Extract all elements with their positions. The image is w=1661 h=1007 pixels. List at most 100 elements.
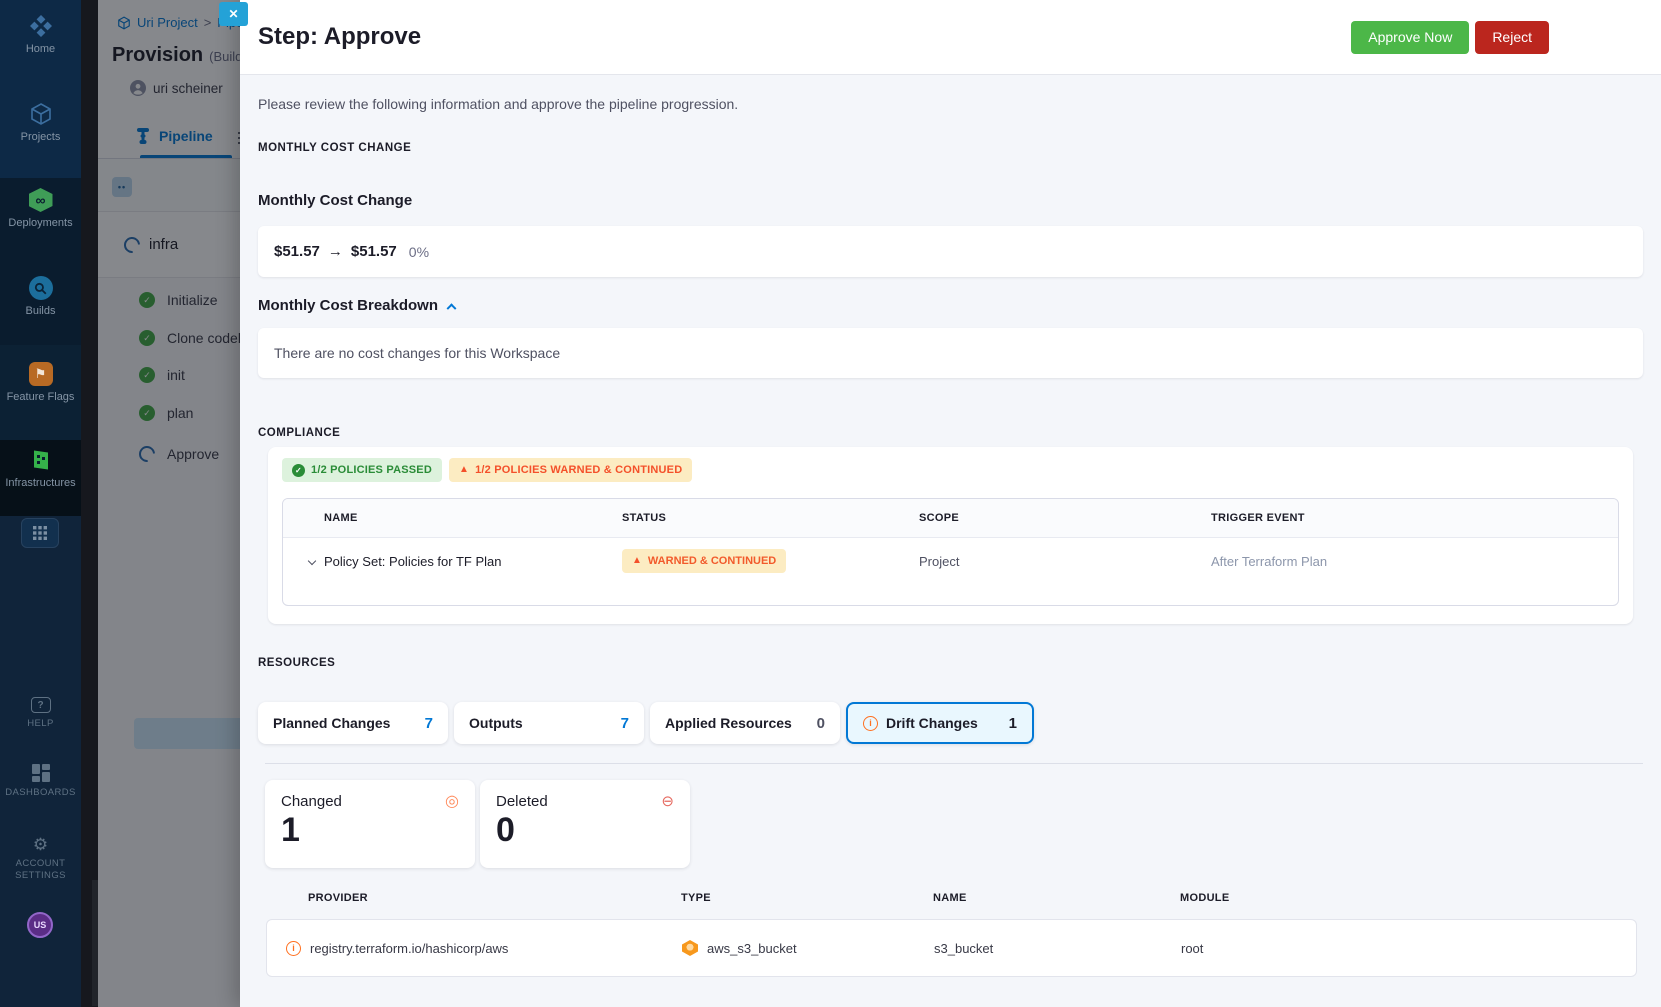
review-note: Please review the following information …	[258, 96, 739, 112]
sidebar-item-help[interactable]: ? HELP	[0, 697, 81, 730]
warned-continued-badge: ▲ WARNED & CONTINUED	[622, 549, 787, 573]
resource-module: root	[1181, 940, 1204, 956]
policy-table-row[interactable]: Policy Set: Policies for TF Plan ▲ WARNE…	[283, 538, 1618, 584]
info-glyph: i	[869, 718, 872, 728]
breakdown-heading-text: Monthly Cost Breakdown	[258, 297, 439, 314]
tab-label: Applied Resources	[665, 715, 792, 731]
col-trigger-event: TRIGGER EVENT	[1211, 512, 1305, 524]
policy-badges: ✓ 1/2 POLICIES PASSED ▲ 1/2 POLICIES WAR…	[282, 458, 1619, 482]
avatar-initials: US	[33, 920, 47, 930]
drift-table-header: PROVIDER TYPE NAME MODULE	[266, 892, 1637, 904]
section-label-monthly-cost: MONTHLY COST CHANGE	[258, 142, 412, 154]
stat-label: Changed	[281, 793, 342, 810]
tab-count: 7	[424, 714, 433, 732]
infinity-glyph: ∞	[35, 192, 46, 208]
sidebar-item-label: Builds	[25, 305, 56, 317]
sidebar-item-dashboards[interactable]: DASHBOARDS	[0, 764, 81, 799]
resource-tabs: Planned Changes 7 Outputs 7 Applied Reso…	[258, 702, 1643, 744]
arrow-right-icon: →	[327, 243, 343, 260]
col-name: NAME	[933, 892, 967, 904]
sidebar-item-infrastructures[interactable]: Infrastructures	[0, 448, 81, 489]
resource-provider: registry.terraform.io/hashicorp/aws	[310, 940, 509, 956]
col-provider: PROVIDER	[308, 892, 368, 904]
section-divider	[265, 763, 1643, 764]
deleted-circle-icon: ⊖	[661, 793, 674, 810]
tab-applied-resources[interactable]: Applied Resources 0	[650, 702, 840, 744]
tab-label: Drift Changes	[886, 715, 978, 731]
tab-count: 0	[816, 714, 825, 732]
policy-table: NAME STATUS SCOPE TRIGGER EVENT Policy S…	[282, 498, 1619, 606]
cost-from: $51.57	[274, 243, 320, 260]
sidebar-item-deployments[interactable]: ∞ Deployments	[0, 188, 81, 229]
col-module: MODULE	[1180, 892, 1230, 904]
policy-table-header: NAME STATUS SCOPE TRIGGER EVENT	[283, 499, 1618, 538]
tab-count: 7	[620, 714, 629, 732]
grid-dots-icon	[33, 526, 47, 540]
policy-set-name: Policy Set: Policies for TF Plan	[324, 553, 502, 569]
compliance-panel: ✓ 1/2 POLICIES PASSED ▲ 1/2 POLICIES WAR…	[268, 447, 1633, 624]
sidebar-item-builds[interactable]: Builds	[0, 276, 81, 317]
user-avatar[interactable]: US	[27, 912, 53, 938]
section-label-compliance: COMPLIANCE	[258, 427, 341, 439]
sidebar-item-projects[interactable]: Projects	[0, 102, 81, 143]
stat-value: 0	[496, 811, 515, 849]
home-icon	[29, 14, 53, 38]
module-grid-button[interactable]	[21, 518, 59, 548]
cost-breakdown-toggle[interactable]: Monthly Cost Breakdown	[258, 297, 1643, 314]
drift-table-row[interactable]: i registry.terraform.io/hashicorp/aws aw…	[266, 919, 1637, 977]
col-type: TYPE	[681, 892, 711, 904]
step-approve-drawer: Step: Approve Approve Now Reject Please …	[240, 0, 1661, 1007]
flag-glyph: ⚑	[34, 366, 47, 381]
check-glyph: ✓	[295, 465, 302, 475]
stat-value: 1	[281, 811, 300, 849]
section-label-resources: RESOURCES	[258, 657, 336, 669]
close-icon: ✕	[228, 7, 239, 21]
sidebar-item-label: ACCOUNT SETTINGS	[15, 858, 66, 881]
changed-stat-card: Changed ◎ 1	[265, 780, 475, 868]
policies-warned-badge: ▲ 1/2 POLICIES WARNED & CONTINUED	[448, 458, 693, 482]
tab-outputs[interactable]: Outputs 7	[454, 702, 644, 744]
col-scope: SCOPE	[919, 512, 960, 524]
sidebar-item-label: Projects	[20, 131, 61, 143]
drawer-body: Please review the following information …	[240, 75, 1661, 1007]
resource-type: aws_s3_bucket	[707, 940, 797, 956]
cost-delta: 0%	[408, 243, 430, 260]
aws-provider-icon	[682, 940, 698, 956]
col-name: NAME	[324, 512, 358, 524]
sidebar-item-label: Feature Flags	[6, 391, 75, 403]
deleted-stat-card: Deleted ⊖ 0	[480, 780, 690, 868]
cost-to: $51.57	[350, 243, 397, 260]
sidebar-item-feature-flags[interactable]: ⚑ Feature Flags	[0, 362, 81, 403]
close-button[interactable]: ✕	[219, 2, 248, 26]
chevron-up-icon	[446, 303, 457, 314]
tab-count: 1	[1008, 714, 1017, 732]
sidebar-item-account-settings[interactable]: ⚙ ACCOUNT SETTINGS	[0, 836, 81, 882]
check-circle-icon: ✓	[292, 463, 305, 477]
info-circle-icon: i	[286, 940, 301, 956]
tab-planned-changes[interactable]: Planned Changes 7	[258, 702, 448, 744]
monthly-cost-heading: Monthly Cost Change	[258, 192, 413, 209]
approve-now-button[interactable]: Approve Now	[1351, 20, 1470, 54]
tab-drift-changes[interactable]: i Drift Changes 1	[846, 702, 1034, 744]
stat-label: Deleted	[496, 793, 548, 810]
cost-change-card: $51.57 → $51.57 0%	[258, 226, 1643, 277]
reject-button[interactable]: Reject	[1475, 20, 1549, 54]
passed-badge-text: 1/2 POLICIES PASSED	[311, 464, 432, 476]
warning-triangle-icon: ▲	[458, 464, 470, 475]
drawer-header: Step: Approve Approve Now Reject	[240, 0, 1661, 75]
infinity-hexagon-icon: ∞	[28, 188, 53, 212]
resource-name: s3_bucket	[934, 940, 994, 956]
changed-circle-icon: ◎	[445, 792, 459, 810]
col-status: STATUS	[622, 512, 667, 524]
magnifier-circle-icon	[28, 276, 53, 300]
drawer-title: Step: Approve	[258, 23, 422, 50]
sidebar-item-home[interactable]: Home	[0, 14, 81, 55]
sidebar-item-label: Deployments	[8, 217, 73, 229]
warned-badge-text: 1/2 POLICIES WARNED & CONTINUED	[475, 464, 683, 476]
sidebar-item-label: Infrastructures	[5, 477, 76, 489]
infrastructure-icon	[29, 448, 53, 472]
sidebar-item-label: Home	[25, 43, 56, 55]
tab-label: Planned Changes	[273, 715, 391, 731]
question-glyph: ?	[37, 699, 44, 711]
chevron-down-icon[interactable]	[307, 556, 317, 566]
